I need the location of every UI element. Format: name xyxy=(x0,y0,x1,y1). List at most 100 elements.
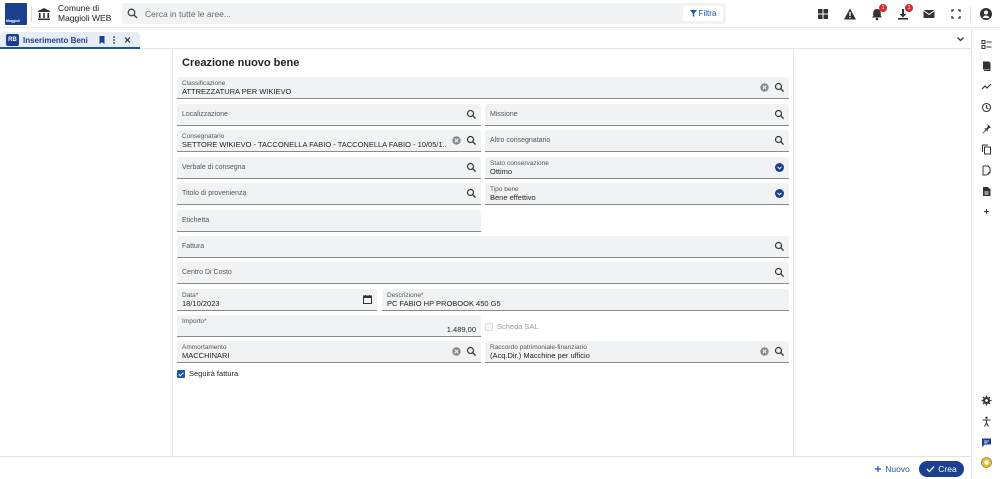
dropdown-icon[interactable] xyxy=(774,162,785,173)
stato-conservazione-select[interactable]: Stato conservazione Ottimo xyxy=(485,157,789,179)
ammortamento-value: MACCHINARI xyxy=(182,351,230,360)
search-icon[interactable] xyxy=(466,135,477,146)
raccordo-field[interactable]: Raccordo patrimoniale-finanziario (Acq.D… xyxy=(485,341,789,363)
clear-icon[interactable] xyxy=(451,135,462,146)
clear-icon[interactable] xyxy=(451,346,462,357)
book-icon[interactable] xyxy=(981,60,992,71)
settings-gear-icon[interactable] xyxy=(981,395,992,406)
descrizione-field[interactable]: Descrizione* PC FABIO HP PROBOOK 450 G5 xyxy=(382,289,789,311)
crea-label: Crea xyxy=(938,464,957,474)
search-icon[interactable] xyxy=(774,135,785,146)
seguira-fattura-checkbox[interactable]: Seguirà fattura xyxy=(177,369,238,378)
etichetta-field[interactable]: Etichetta xyxy=(177,210,481,232)
tipo-bene-select[interactable]: Tipo bene Bene effettivo xyxy=(485,183,789,205)
divider xyxy=(970,6,971,22)
missione-label: Missione xyxy=(490,111,518,118)
copy-icon[interactable] xyxy=(981,144,992,155)
consegnatario-value: SETTORE WIKIEVO - TACCONELLA FABIO - TAC… xyxy=(182,140,447,149)
altro-consegnatario-field[interactable]: Altro consegnatario xyxy=(485,130,789,152)
chevron-down-icon[interactable] xyxy=(956,35,966,43)
clear-icon[interactable] xyxy=(759,82,770,93)
more-vertical-icon[interactable] xyxy=(111,35,117,45)
right-sidebar xyxy=(971,29,1000,479)
checkbox-box[interactable] xyxy=(485,322,493,331)
search-icon[interactable] xyxy=(466,109,477,120)
help-support-icon[interactable] xyxy=(981,457,992,468)
search-icon[interactable] xyxy=(466,188,477,199)
add-icon[interactable] xyxy=(981,206,992,217)
search-icon[interactable] xyxy=(774,82,785,93)
search-input[interactable] xyxy=(145,3,665,24)
ammortamento-field[interactable]: Ammortamento MACCHINARI xyxy=(177,341,481,363)
nuovo-button[interactable]: Nuovo xyxy=(870,461,914,476)
downloads-badge: 1 xyxy=(905,4,913,12)
required-mark: * xyxy=(195,292,199,299)
filter-label: Filtra xyxy=(698,9,717,18)
bank-icon[interactable] xyxy=(37,7,51,21)
bookmark-icon[interactable] xyxy=(98,35,106,45)
chat-icon[interactable] xyxy=(981,437,992,448)
module-badge-icon: RB xyxy=(6,34,19,46)
search-icon[interactable] xyxy=(774,241,785,252)
accessibility-icon[interactable] xyxy=(981,416,992,427)
document-icon[interactable] xyxy=(981,186,992,197)
centro-costo-field[interactable]: Centro Di Costo xyxy=(177,262,789,284)
dropdown-icon[interactable] xyxy=(774,188,785,199)
search-icon[interactable] xyxy=(774,109,785,120)
notifications-bell-icon[interactable]: 1 xyxy=(870,4,887,21)
crea-button[interactable]: Crea xyxy=(919,461,964,477)
search-icon[interactable] xyxy=(774,346,785,357)
action-bar: Nuovo Crea xyxy=(0,456,971,479)
descrizione-value: PC FABIO HP PROBOOK 450 G5 xyxy=(387,299,501,308)
consegnatario-field[interactable]: Consegnatario SETTORE WIKIEVO - TACCONEL… xyxy=(177,130,481,152)
tipo-bene-value: Bene effettivo xyxy=(490,193,536,202)
page-title: Creazione nuovo bene xyxy=(182,57,300,69)
pin-icon[interactable] xyxy=(981,123,992,134)
trend-chart-icon[interactable] xyxy=(981,81,992,92)
data-label: Data xyxy=(182,292,196,299)
tab-inserimento-beni[interactable]: RB Inserimento Beni xyxy=(0,32,140,49)
importo-field[interactable]: Importo* 1.489,00 xyxy=(177,315,481,337)
calendar-icon[interactable] xyxy=(362,294,373,305)
user-account-icon[interactable] xyxy=(979,7,993,21)
warning-icon[interactable] xyxy=(843,7,857,21)
document-edit-icon[interactable] xyxy=(981,165,992,176)
mail-icon[interactable] xyxy=(922,7,936,21)
ammortamento-label: Ammortamento xyxy=(182,344,227,351)
clear-icon[interactable] xyxy=(759,346,770,357)
download-icon[interactable]: 1 xyxy=(896,4,913,21)
classificazione-label: Classificazione xyxy=(182,80,226,87)
data-field[interactable]: Data* 18/10/2023 xyxy=(177,289,377,311)
apps-grid-icon[interactable] xyxy=(816,7,830,21)
verbale-consegna-label: Verbale di consegna xyxy=(182,164,246,171)
localizzazione-field[interactable]: Localizzazione xyxy=(177,104,481,126)
fullscreen-icon[interactable] xyxy=(949,7,963,21)
fattura-field[interactable]: Fattura xyxy=(177,236,789,258)
search-icon[interactable] xyxy=(466,346,477,357)
top-bar: Maggioli Comune di Maggioli WEB Filtra 1… xyxy=(0,0,1000,28)
content-border-left xyxy=(172,49,173,456)
altro-consegnatario-label: Altro consegnatario xyxy=(490,137,551,144)
notifications-badge: 1 xyxy=(879,4,887,12)
list-checks-icon[interactable] xyxy=(981,39,992,50)
verbale-consegna-field[interactable]: Verbale di consegna xyxy=(177,157,481,179)
missione-field[interactable]: Missione xyxy=(485,104,789,126)
search-icon xyxy=(127,8,138,19)
search-icon[interactable] xyxy=(774,267,785,278)
history-icon[interactable] xyxy=(981,102,992,113)
checkbox-checked-icon[interactable] xyxy=(177,369,185,378)
seguira-fattura-label: Seguirà fattura xyxy=(189,369,239,378)
close-tab-icon[interactable] xyxy=(123,35,132,45)
classificazione-field[interactable]: Classificazione ATTREZZATURA PER WIKIEVO xyxy=(177,77,789,99)
app-logo[interactable]: Maggioli xyxy=(5,3,27,25)
app-name: Comune di Maggioli WEB xyxy=(58,3,112,23)
search-icon[interactable] xyxy=(466,162,477,173)
titolo-provenienza-field[interactable]: Titolo di provenienza xyxy=(177,183,481,205)
scheda-sal-checkbox[interactable]: Scheda SAL xyxy=(485,322,539,331)
classificazione-value: ATTREZZATURA PER WIKIEVO xyxy=(182,87,292,96)
nuovo-label: Nuovo xyxy=(885,463,910,474)
filter-button[interactable]: Filtra xyxy=(683,6,723,21)
scheda-sal-label: Scheda SAL xyxy=(497,322,539,331)
consegnatario-label: Consegnatario xyxy=(182,133,225,140)
stato-conservazione-value: Ottimo xyxy=(490,167,513,176)
